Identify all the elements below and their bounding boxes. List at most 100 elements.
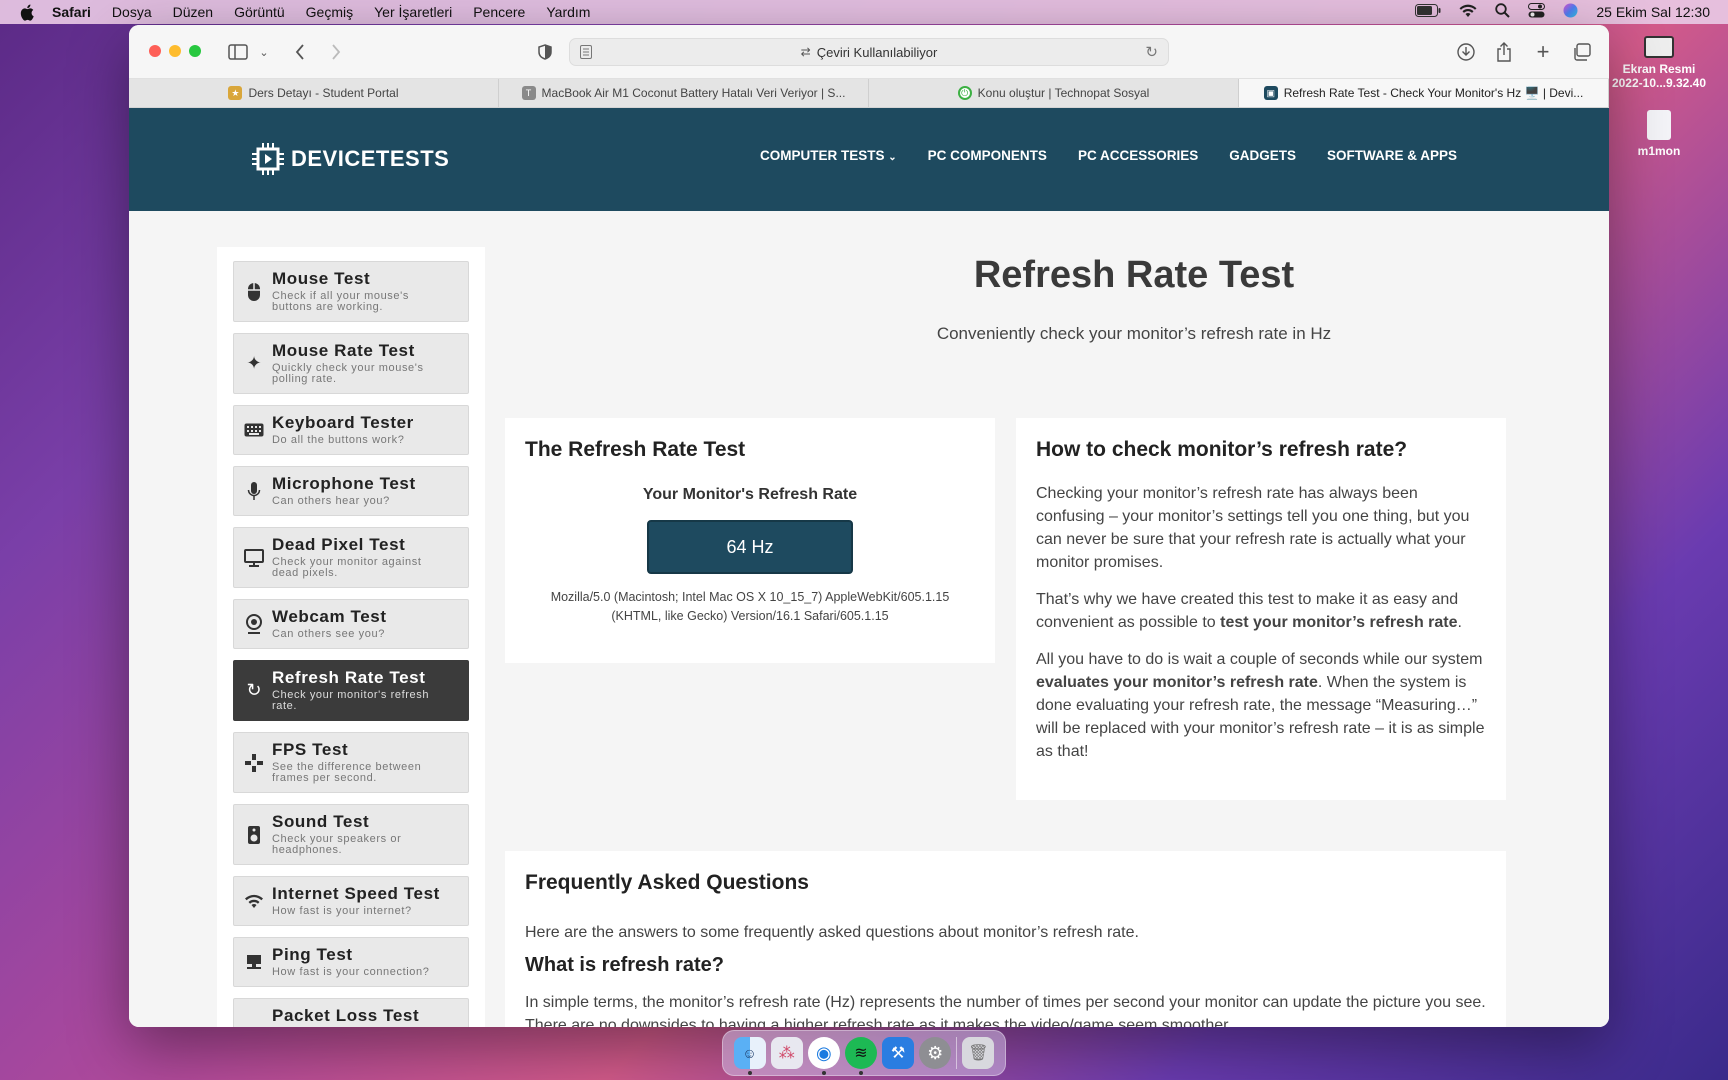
menu-safari[interactable]: Safari — [52, 4, 91, 20]
menu-yardim[interactable]: Yardım — [546, 4, 590, 20]
page-subtitle: Conveniently check your monitor’s refres… — [936, 324, 1332, 343]
menu-yer-isaretleri[interactable]: Yer İşaretleri — [374, 4, 452, 20]
page-title: Refresh Rate Test — [973, 254, 1295, 296]
nav-gadgets[interactable]: GADGETS — [1229, 148, 1296, 163]
desktop-m1mon-file[interactable]: m1mon — [1604, 110, 1714, 158]
control-center-icon[interactable] — [1528, 3, 1546, 21]
translate-icon[interactable]: ⇄ — [801, 45, 811, 59]
running-indicator — [747, 1071, 752, 1075]
desktop-file-label: m1mon — [1637, 144, 1681, 158]
image-file-icon — [1644, 36, 1674, 58]
sidebar-item-sound-test[interactable]: Sound Test Check your speakers or headph… — [233, 804, 469, 865]
menu-pencere[interactable]: Pencere — [473, 4, 525, 20]
privacy-shield-icon[interactable] — [534, 41, 556, 63]
chevron-down-icon[interactable]: ⌄ — [253, 41, 275, 63]
medal-icon: ★ — [228, 86, 243, 100]
microphone-icon — [244, 481, 264, 501]
address-bar-text: Çeviri Kullanılabiliyor — [816, 44, 938, 60]
menu-bar: Safari Dosya Düzen Görüntü Geçmiş Yer İş… — [0, 0, 1728, 24]
document-icon — [1647, 110, 1671, 140]
sidebar-item-internet-speed-test[interactable]: Internet Speed Test How fast is your int… — [233, 876, 469, 926]
system-settings-icon[interactable]: ⚙ — [919, 1037, 952, 1069]
sidebar-item-microphone-test[interactable]: Microphone Test Can others hear you? — [233, 466, 469, 516]
speaker-icon — [244, 825, 264, 845]
sidebar-item-title: Internet Speed Test — [272, 884, 440, 903]
menu-dosya[interactable]: Dosya — [112, 4, 152, 20]
forward-icon[interactable] — [325, 41, 347, 63]
power-icon: ⏻ — [957, 86, 972, 100]
sidebar-item-keyboard-tester[interactable]: Keyboard Tester Do all the buttons work? — [233, 405, 469, 455]
user-agent-text: Mozilla/5.0 (Macintosh; Intel Mac OS X 1… — [550, 590, 950, 623]
menu-clock[interactable]: 25 Ekim Sal 12:30 — [1596, 4, 1710, 20]
page-content: Mouse Test Check if all your mouse's but… — [129, 211, 1609, 1027]
nav-software-apps[interactable]: SOFTWARE & APPS — [1327, 148, 1457, 163]
xcode-icon[interactable]: ⚒ — [882, 1037, 915, 1069]
sidebar-item-refresh-rate-test[interactable]: ↻ Refresh Rate Test Check your monitor's… — [233, 660, 469, 721]
tab-refresh-rate-test[interactable]: ▣ Refresh Rate Test - Check Your Monitor… — [1239, 79, 1609, 107]
sidebar-item-packet-loss-test[interactable]: Packet Loss Test — [233, 998, 469, 1027]
gamepad-icon — [244, 753, 264, 773]
window-controls — [149, 45, 201, 57]
tab-macbook-battery[interactable]: T MacBook Air M1 Coconut Battery Hatalı … — [499, 79, 869, 107]
tab-technopat-sosyal[interactable]: ⏻ Konu oluştur | Technopat Sosyal — [869, 79, 1239, 107]
finder-icon[interactable]: ☺ — [733, 1037, 766, 1075]
safari-icon[interactable]: ◉ — [807, 1037, 840, 1075]
sidebar-item-desc: Check your speakers or headphones. — [272, 833, 402, 856]
sidebar-toggle-icon[interactable] — [227, 41, 249, 63]
menu-goruntu[interactable]: Görüntü — [234, 4, 285, 20]
sidebar-item-desc: How fast is your connection? — [272, 966, 430, 978]
menu-duzen[interactable]: Düzen — [173, 4, 213, 20]
desktop-file-label: 2022-10...9.32.40 — [1611, 76, 1707, 90]
sidebar-item-mouse-rate-test[interactable]: ✦ Mouse Rate Test Quickly check your mou… — [233, 333, 469, 394]
nav-computer-tests[interactable]: COMPUTER TESTS ⌄ — [760, 148, 897, 163]
minimize-button[interactable] — [169, 45, 181, 57]
refresh-rate-label: Your Monitor's Refresh Rate — [642, 486, 858, 503]
tab-student-portal[interactable]: ★ Ders Detayı - Student Portal — [129, 79, 499, 107]
zoom-button[interactable] — [189, 45, 201, 57]
nav-pc-accessories[interactable]: PC ACCESSORIES — [1078, 148, 1198, 163]
apple-icon[interactable] — [18, 3, 36, 21]
address-bar[interactable]: ⇄ Çeviri Kullanılabiliyor ↻ — [569, 38, 1169, 66]
spotify-icon[interactable]: ≋ — [844, 1037, 877, 1075]
keyboard-icon — [244, 420, 264, 440]
launchpad-icon[interactable]: ⁂ — [770, 1037, 803, 1069]
downloads-icon[interactable] — [1455, 41, 1477, 63]
sidebar-item-title: Keyboard Tester — [272, 413, 414, 432]
sidebar-item-title: FPS Test — [272, 740, 349, 759]
nav-pc-components[interactable]: PC COMPONENTS — [928, 148, 1047, 163]
siri-icon[interactable] — [1563, 3, 1578, 21]
tab-overview-icon[interactable] — [1571, 41, 1593, 63]
desktop-file-label: Ekran Resmi — [1622, 62, 1696, 76]
running-indicator — [821, 1071, 826, 1075]
tab-bar: ★ Ders Detayı - Student Portal T MacBook… — [129, 79, 1609, 108]
test-sidebar: Mouse Test Check if all your mouse's but… — [217, 247, 485, 1027]
how-paragraph-3: All you have to do is wait a couple of s… — [1036, 651, 1485, 760]
back-icon[interactable] — [289, 41, 311, 63]
mouse-icon — [244, 282, 264, 302]
battery-icon[interactable] — [1415, 4, 1441, 20]
reload-icon[interactable]: ↻ — [1145, 43, 1158, 61]
close-button[interactable] — [149, 45, 161, 57]
sidebar-item-title: Sound Test — [272, 812, 370, 831]
sidebar-item-mouse-test[interactable]: Mouse Test Check if all your mouse's but… — [233, 261, 469, 322]
wifi-icon[interactable] — [1459, 4, 1477, 21]
share-icon[interactable] — [1493, 41, 1515, 63]
sidebar-item-dead-pixel-test[interactable]: Dead Pixel Test Check your monitor again… — [233, 527, 469, 588]
spotlight-search-icon[interactable] — [1495, 3, 1511, 21]
sidebar-item-fps-test[interactable]: FPS Test See the difference between fram… — [233, 732, 469, 793]
site-header: DEVICETESTS COMPUTER TESTS ⌄ PC COMPONEN… — [129, 108, 1609, 211]
sidebar-item-ping-test[interactable]: Ping Test How fast is your connection? — [233, 937, 469, 987]
sidebar-item-title: Packet Loss Test — [272, 1006, 420, 1025]
card-heading: How to check monitor’s refresh rate? — [1036, 438, 1408, 461]
browser-toolbar: ⌄ ⇄ Çeviri Kullanılabiliyor ↻ + — [129, 25, 1609, 79]
reader-icon[interactable] — [580, 45, 592, 62]
new-tab-icon[interactable]: + — [1532, 39, 1554, 64]
menu-gecmis[interactable]: Geçmiş — [306, 4, 353, 20]
running-indicator — [858, 1071, 863, 1075]
trash-icon[interactable]: 🗑 — [962, 1037, 995, 1069]
desktop-screenshot-file[interactable]: Ekran Resmi 2022-10...9.32.40 — [1604, 36, 1714, 90]
sidebar-item-webcam-test[interactable]: Webcam Test Can others see you? — [233, 599, 469, 649]
sidebar-item-title: Refresh Rate Test — [272, 668, 426, 687]
site-logo[interactable]: DEVICETESTS — [251, 142, 449, 176]
how-to-card: How to check monitor’s refresh rate? Che… — [1016, 418, 1506, 800]
